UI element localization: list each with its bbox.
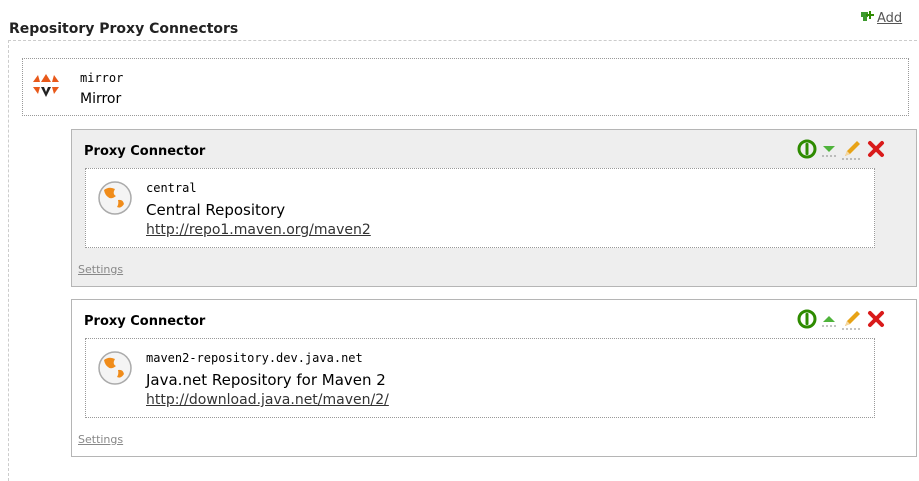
move-down-icon	[822, 146, 836, 157]
power-icon	[797, 139, 817, 159]
managed-repository-card: mirror Mirror	[22, 58, 909, 116]
add-icon	[861, 10, 875, 26]
archiva-logo-icon	[31, 71, 61, 101]
move-down-button[interactable]	[821, 141, 837, 157]
connector-target-id: central	[146, 181, 197, 195]
connector-target-url[interactable]: http://repo1.maven.org/maven2	[146, 222, 371, 238]
connector-target-name: Java.net Repository for Maven 2	[146, 371, 386, 389]
delete-icon	[868, 141, 884, 157]
connector-target-name: Central Repository	[146, 201, 286, 219]
move-up-icon	[822, 316, 836, 327]
repository-name: Mirror	[80, 91, 122, 107]
move-up-button[interactable]	[821, 311, 837, 327]
pencil-icon	[842, 311, 862, 330]
connector-target-id: maven2-repository.dev.java.net	[146, 351, 363, 365]
remote-repository-card: central Central Repository http://repo1.…	[85, 168, 875, 248]
connector-actions	[797, 138, 885, 160]
enable-connector-button[interactable]	[797, 139, 817, 159]
globe-icon	[97, 350, 133, 386]
repository-id: mirror	[80, 71, 124, 85]
delete-connector-button[interactable]	[867, 140, 885, 158]
proxy-connector-card: Proxy Connector	[71, 129, 917, 287]
power-icon	[797, 309, 817, 329]
connector-target-url[interactable]: http://download.java.net/maven/2/	[146, 392, 389, 408]
proxy-connector-card: Proxy Connector	[71, 299, 917, 457]
delete-icon	[868, 311, 884, 327]
remote-repository-card: maven2-repository.dev.java.net Java.net …	[85, 338, 875, 418]
settings-link[interactable]: Settings	[78, 263, 123, 276]
delete-connector-button[interactable]	[867, 310, 885, 328]
pencil-icon	[842, 141, 862, 160]
enable-connector-button[interactable]	[797, 309, 817, 329]
settings-link[interactable]: Settings	[78, 433, 123, 446]
edit-connector-button[interactable]	[841, 308, 863, 330]
page-title: Repository Proxy Connectors	[9, 21, 239, 37]
add-link-label: Add	[877, 10, 903, 26]
edit-connector-button[interactable]	[841, 138, 863, 160]
proxy-connector-heading: Proxy Connector	[84, 144, 206, 159]
add-connector-link[interactable]: Add	[861, 9, 902, 27]
globe-icon	[97, 180, 133, 216]
proxy-connector-heading: Proxy Connector	[84, 314, 206, 329]
connector-actions	[797, 308, 885, 330]
